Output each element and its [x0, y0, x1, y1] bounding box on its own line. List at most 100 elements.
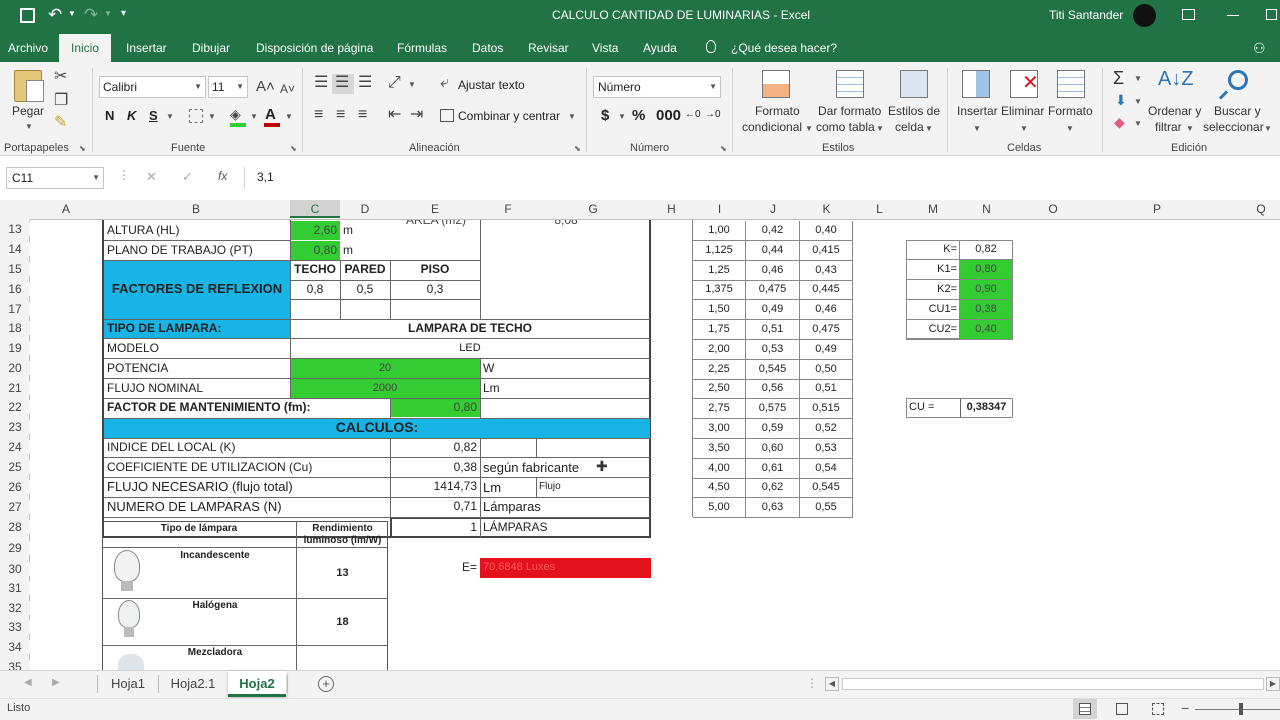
tab-vista[interactable]: Vista [592, 41, 618, 55]
chevron-down-icon[interactable]: ▼ [973, 124, 981, 133]
font-color-icon[interactable]: A [265, 106, 276, 123]
increase-decimal-icon[interactable]: ←0 [685, 109, 701, 120]
format-as-table-button[interactable]: Dar formato [818, 104, 881, 119]
grow-font-icon[interactable]: A˄ [256, 78, 275, 96]
cell-flujo-nominal-label[interactable]: FLUJO NOMINAL [104, 379, 290, 398]
col-header-m[interactable]: M [906, 202, 960, 216]
col-header-k[interactable]: K [800, 202, 853, 216]
page-break-icon[interactable] [1152, 703, 1164, 715]
mn-label[interactable]: CU1= [906, 300, 960, 320]
cell-altura-label[interactable]: ALTURA (HL) [104, 221, 290, 240]
cell-flujo-small[interactable]: Flujo [536, 477, 596, 496]
cell-lamparas-count[interactable]: 1 [390, 518, 480, 537]
confirm-icon[interactable]: ✓ [182, 169, 193, 185]
cell-e-value[interactable]: 70,6848 Luxes [480, 558, 651, 578]
col-header-f[interactable]: F [480, 202, 536, 216]
mn-value[interactable]: 0,82 [960, 240, 1013, 260]
customize-qat-icon[interactable]: ▾ [121, 8, 126, 19]
row-header[interactable]: 16 [0, 282, 30, 296]
insert-function-button[interactable]: fx [218, 169, 227, 183]
cell-potencia-value[interactable]: 20 [290, 359, 480, 378]
cell-styles-icon[interactable] [900, 70, 928, 98]
ijk-cell[interactable]: 1,75 [693, 320, 746, 340]
shrink-font-icon[interactable]: A˅ [280, 80, 295, 98]
cell-num-lamparas-value[interactable]: 0,71 [390, 497, 480, 516]
cell-e-label[interactable]: E= [440, 558, 480, 577]
cell-tipo-lampara-label[interactable]: TIPO DE LAMPARA: [104, 319, 290, 338]
cell-styles-button[interactable]: Estilos de [888, 104, 940, 119]
chevron-down-icon[interactable]: ▼ [1066, 124, 1074, 133]
cell-area-value[interactable]: 8,08 [536, 220, 596, 230]
cell-pared[interactable]: PARED [340, 260, 390, 279]
cell-piso[interactable]: PISO [390, 260, 480, 279]
ijk-cell[interactable]: 0,515 [800, 399, 853, 419]
align-top-icon[interactable]: ☰ [314, 74, 328, 92]
worksheet-grid[interactable]: 13 14 15 16 17 18 19 20 21 22 23 24 25 2… [0, 220, 1280, 670]
cell-unit-m[interactable]: m [340, 241, 390, 260]
tab-datos[interactable]: Datos [472, 41, 503, 55]
chevron-down-icon[interactable]: ▼ [1134, 119, 1142, 128]
ijk-cell[interactable]: 0,46 [746, 261, 800, 281]
sheet-tab-hoja2[interactable]: Hoja2 [228, 671, 286, 697]
wrap-text-icon[interactable]: ⤶ [440, 74, 449, 92]
ijk-cell[interactable]: 0,49 [800, 340, 853, 360]
mn-label[interactable]: CU2= [906, 320, 960, 340]
mn-label[interactable]: K2= [906, 280, 960, 300]
row-header[interactable]: 25 [0, 460, 30, 474]
col-header-e[interactable]: E [390, 202, 480, 216]
borders-icon[interactable] [189, 109, 203, 123]
undo-icon[interactable]: ↶ [48, 5, 62, 25]
chevron-down-icon[interactable]: ▼ [1134, 97, 1142, 106]
col-header-q[interactable]: Q [1221, 202, 1280, 216]
find-select-button[interactable]: Buscar y [1214, 104, 1261, 119]
col-header-a[interactable]: A [30, 202, 102, 216]
col-header-l[interactable]: L [853, 202, 906, 216]
row-header[interactable]: 14 [0, 242, 30, 256]
add-sheet-button[interactable]: + [318, 676, 334, 692]
minimize-icon[interactable] [1227, 15, 1239, 16]
cell-area-label[interactable]: AREA (m2) [392, 220, 480, 230]
cell-lampara-techo[interactable]: LAMPARA DE TECHO [290, 319, 650, 338]
row-header[interactable]: 23 [0, 420, 30, 434]
delete-cells-button[interactable]: Eliminar [1001, 104, 1044, 119]
col-header-i[interactable]: I [693, 202, 746, 216]
ijk-cell[interactable]: 0,63 [746, 498, 800, 518]
ijk-cell[interactable]: 0,52 [800, 419, 853, 439]
dialog-launcher-icon[interactable]: ⬊ [79, 144, 86, 153]
col-header-b[interactable]: B [102, 202, 290, 216]
row-header[interactable]: 26 [0, 480, 30, 494]
ijk-cell[interactable]: 0,46 [800, 300, 853, 320]
chevron-down-icon[interactable]: ▼ [925, 124, 933, 133]
user-name[interactable]: Titi Santander [1049, 8, 1123, 22]
mn-value[interactable]: 0,38 [960, 300, 1013, 320]
tab-ayuda[interactable]: Ayuda [643, 41, 677, 55]
format-painter-icon[interactable]: ✎ [54, 114, 67, 132]
ijk-cell[interactable]: 0,56 [746, 379, 800, 399]
restore-icon[interactable] [1266, 9, 1277, 20]
ijk-cell[interactable]: 0,53 [746, 340, 800, 360]
cell-flujo-necesario-label[interactable]: FLUJO NECESARIO (flujo total) [104, 477, 390, 496]
cell-unit-w[interactable]: W [480, 359, 536, 378]
redo-dropdown-icon[interactable]: ▼ [104, 9, 112, 18]
chevron-down-icon[interactable]: ▼ [876, 124, 884, 133]
chevron-down-icon[interactable]: ▼ [408, 80, 416, 89]
dialog-launcher-icon[interactable]: ⬊ [574, 144, 581, 153]
share-icon[interactable]: ⚇ [1253, 40, 1266, 57]
formula-input[interactable]: 3,1 [257, 170, 274, 184]
search-icon[interactable] [1228, 70, 1248, 90]
percent-icon[interactable]: % [632, 107, 645, 124]
font-size-box[interactable]: 11 ▼ [208, 76, 248, 98]
ijk-cell[interactable]: 0,55 [800, 498, 853, 518]
chevron-down-icon[interactable]: ▼ [805, 124, 813, 133]
ijk-cell[interactable]: 0,475 [746, 280, 800, 300]
sort-filter-icon[interactable]: A↓Z [1158, 68, 1194, 91]
cell-indice-value[interactable]: 0,82 [390, 438, 480, 457]
paste-button[interactable]: Pegar [12, 104, 44, 119]
zoom-slider[interactable] [1195, 709, 1280, 710]
ijk-cell[interactable]: 0,59 [746, 419, 800, 439]
increase-indent-icon[interactable]: ⇥ [410, 106, 423, 124]
italic-button[interactable]: K [127, 108, 136, 123]
col-header-g[interactable]: G [536, 202, 650, 216]
row-header[interactable]: 18 [0, 321, 30, 335]
align-bottom-icon[interactable]: ☰ [358, 74, 372, 92]
